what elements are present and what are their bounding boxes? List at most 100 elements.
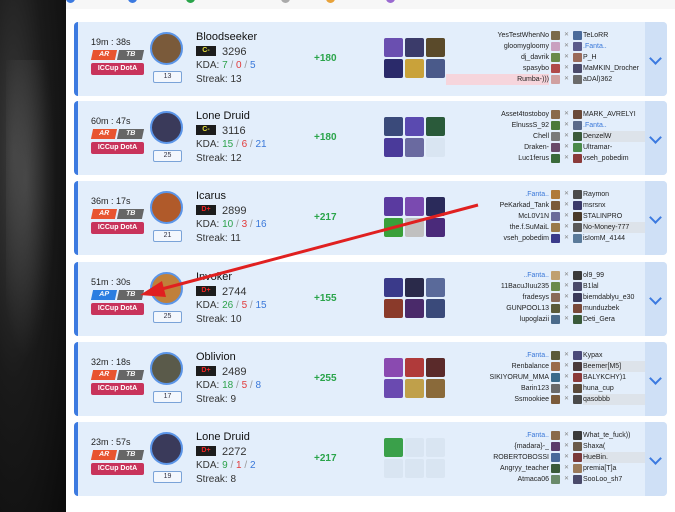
hero-mini-icon[interactable] — [573, 271, 582, 280]
player-name-link[interactable]: huna_cup — [583, 383, 651, 394]
player-name-link[interactable]: gloomygloomy — [446, 41, 549, 52]
hero-name[interactable]: Icarus — [196, 190, 226, 202]
item-icon[interactable] — [426, 358, 445, 377]
player-name-link[interactable]: the.f.SuMaiL — [446, 222, 549, 233]
player-name-link[interactable]: Deti_Gera — [583, 314, 651, 325]
player-name-link[interactable]: McL0V1N — [446, 211, 549, 222]
item-icon[interactable] — [384, 299, 403, 318]
hero-name[interactable]: Lone Druid — [196, 110, 250, 122]
player-name-link[interactable]: STALINPRO — [583, 211, 651, 222]
item-icon[interactable] — [426, 218, 445, 237]
hero-mini-icon[interactable] — [573, 395, 582, 404]
hero-mini-icon[interactable] — [573, 64, 582, 73]
hero-mini-icon[interactable] — [573, 212, 582, 221]
hero-mini-icon[interactable] — [551, 143, 560, 152]
hero-mini-icon[interactable] — [551, 464, 560, 473]
match-card[interactable]: 32m : 18s AR TB ICCup DotA 17 Oblivion D+ 2489 K… — [74, 342, 667, 416]
hero-avatar[interactable] — [150, 191, 183, 224]
hero-mini-icon[interactable] — [573, 132, 582, 141]
match-card[interactable]: 36m : 17s AR TB ICCup DotA 21 Icarus D+ 2899 KDA… — [74, 181, 667, 255]
player-name-link[interactable]: DenzelW — [583, 131, 651, 142]
player-name-link[interactable]: .Fanta.. — [446, 189, 549, 200]
item-icon[interactable] — [405, 299, 424, 318]
hero-mini-icon[interactable] — [551, 293, 560, 302]
item-icon[interactable] — [405, 438, 424, 457]
hero-mini-icon[interactable] — [573, 362, 582, 371]
hero-mini-icon[interactable] — [551, 271, 560, 280]
item-icon[interactable] — [405, 358, 424, 377]
item-icon[interactable] — [405, 59, 424, 78]
hero-mini-icon[interactable] — [551, 132, 560, 141]
match-card[interactable]: 23m : 57s AR TB ICCup DotA 19 Lone Druid D+ 227… — [74, 422, 667, 496]
hero-mini-icon[interactable] — [551, 395, 560, 404]
hero-mini-icon[interactable] — [551, 442, 560, 451]
item-icon[interactable] — [426, 59, 445, 78]
match-card[interactable]: 60m : 47s AR TB ICCup DotA 25 Lone Druid C- 311… — [74, 101, 667, 175]
hero-mini-icon[interactable] — [573, 453, 582, 462]
player-name-link[interactable]: Ssmookiee — [446, 394, 549, 405]
hero-mini-icon[interactable] — [573, 384, 582, 393]
expand-match-button[interactable] — [645, 22, 667, 96]
player-name-link[interactable]: Atmaca06 — [446, 474, 549, 485]
player-name-link[interactable]: vseh_pobedim — [583, 153, 651, 164]
player-name-link[interactable]: Chell — [446, 131, 549, 142]
hero-name[interactable]: Oblivion — [196, 351, 236, 363]
hero-mini-icon[interactable] — [551, 212, 560, 221]
hero-mini-icon[interactable] — [551, 53, 560, 62]
item-icon[interactable] — [384, 59, 403, 78]
hero-mini-icon[interactable] — [551, 475, 560, 484]
hero-mini-icon[interactable] — [551, 31, 560, 40]
item-icon[interactable] — [405, 459, 424, 478]
hero-mini-icon[interactable] — [551, 201, 560, 210]
player-name-link[interactable]: munduzbek — [583, 303, 651, 314]
hero-avatar[interactable] — [150, 352, 183, 385]
player-name-link[interactable]: fradesys — [446, 292, 549, 303]
player-name-link[interactable]: .Fanta.. — [583, 120, 651, 131]
hero-mini-icon[interactable] — [573, 442, 582, 451]
player-name-link[interactable]: MaMKIN_Drocher — [583, 63, 651, 74]
player-name-link[interactable]: .Fanta.. — [446, 350, 549, 361]
player-name-link[interactable]: vseh_pobedim — [446, 233, 549, 244]
hero-mini-icon[interactable] — [551, 282, 560, 291]
hero-mini-icon[interactable] — [573, 223, 582, 232]
player-name-link[interactable]: Rumba-))) — [446, 74, 549, 85]
item-icon[interactable] — [426, 38, 445, 57]
item-icon[interactable] — [405, 197, 424, 216]
player-name-link[interactable]: HueBin. — [583, 452, 651, 463]
player-name-link[interactable]: ROBERTOBOSSI — [446, 452, 549, 463]
player-name-link[interactable]: SooLoo_sh7 — [583, 474, 651, 485]
player-name-link[interactable]: Kypax — [583, 350, 651, 361]
hero-mini-icon[interactable] — [573, 143, 582, 152]
item-icon[interactable] — [405, 278, 424, 297]
player-name-link[interactable]: Raymon — [583, 189, 651, 200]
item-icon[interactable] — [426, 117, 445, 136]
player-name-link[interactable]: lupoglazii — [446, 314, 549, 325]
hero-mini-icon[interactable] — [551, 121, 560, 130]
player-name-link[interactable]: B1lal — [583, 281, 651, 292]
hero-mini-icon[interactable] — [551, 223, 560, 232]
hero-mini-icon[interactable] — [551, 190, 560, 199]
hero-mini-icon[interactable] — [573, 304, 582, 313]
hero-name[interactable]: Lone Druid — [196, 431, 250, 443]
player-name-link[interactable]: Angryy_teacher — [446, 463, 549, 474]
player-name-link[interactable]: YesTestWhenNo — [446, 30, 550, 41]
item-icon[interactable] — [426, 379, 445, 398]
player-name-link[interactable]: premia[T]a — [583, 463, 651, 474]
expand-match-button[interactable] — [645, 262, 667, 336]
player-name-link[interactable]: Ultramar- — [583, 142, 651, 153]
item-icon[interactable] — [384, 358, 403, 377]
hero-mini-icon[interactable] — [551, 42, 560, 51]
hero-mini-icon[interactable] — [551, 304, 560, 313]
hero-name[interactable]: Bloodseeker — [196, 31, 257, 43]
hero-avatar[interactable] — [150, 272, 183, 305]
player-name-link[interactable]: Luc1ferus — [446, 153, 549, 164]
hero-avatar[interactable] — [150, 432, 183, 465]
expand-match-button[interactable] — [645, 181, 667, 255]
hero-mini-icon[interactable] — [573, 154, 582, 163]
hero-mini-icon[interactable] — [573, 201, 582, 210]
player-name-link[interactable]: BALYKCHY)1 — [583, 372, 651, 383]
hero-mini-icon[interactable] — [573, 373, 582, 382]
item-icon[interactable] — [384, 117, 403, 136]
hero-mini-icon[interactable] — [573, 110, 582, 119]
hero-mini-icon[interactable] — [573, 351, 582, 360]
